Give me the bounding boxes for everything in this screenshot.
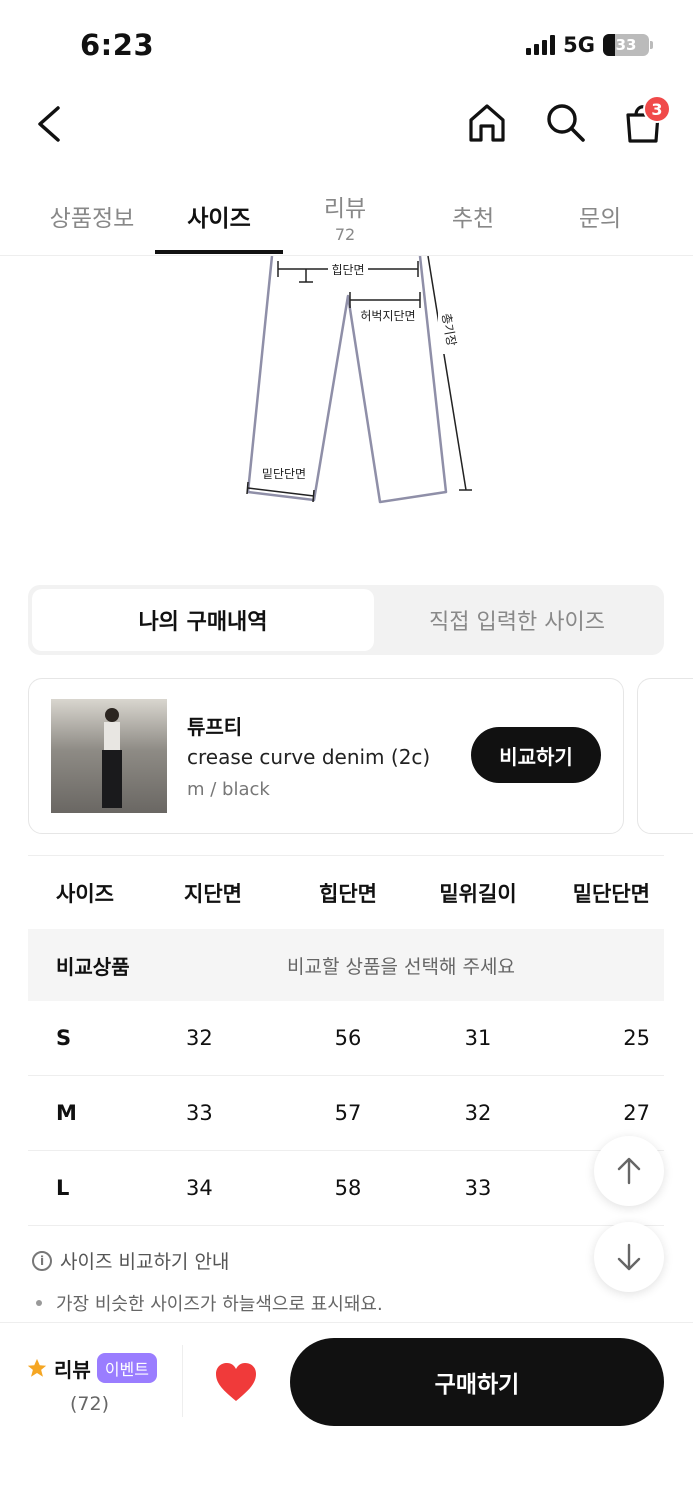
guide-item: 가장 비슷한 사이즈가 하늘색으로 표시돼요. (36, 1290, 383, 1316)
divider (182, 1345, 183, 1417)
size-table: 사이즈 지단면 힙단면 밑위길이 밑단단면 비교상품 비교할 상품을 선택해 주… (28, 855, 664, 1226)
search-icon[interactable] (543, 100, 587, 144)
hip-label: 힙단면 (331, 263, 364, 277)
info-icon: i (32, 1250, 52, 1271)
tab-product-info[interactable]: 상품정보 (30, 178, 154, 254)
header-waist: 지단면 (184, 881, 242, 906)
table-row: L 34 58 33 29 (28, 1151, 664, 1226)
active-tab-indicator (155, 250, 283, 254)
next-product-card[interactable] (637, 678, 693, 834)
arrow-down-icon (617, 1243, 641, 1271)
tab-label: 추천 (451, 206, 495, 232)
signal-icon (526, 35, 556, 55)
compare-button[interactable]: 비교하기 (471, 727, 601, 783)
thigh-label: 허벅지단면 (360, 309, 415, 323)
battery-level: 33 (615, 36, 637, 54)
value-cell: 57 (334, 1101, 362, 1125)
size-table-header: 사이즈 지단면 힙단면 밑위길이 밑단단면 (28, 855, 664, 929)
value-cell: 25 (623, 1026, 650, 1050)
header-rise: 밑위길이 (439, 881, 517, 906)
tab-label: 리뷰 (323, 195, 367, 222)
compare-row-label: 비교상품 (56, 954, 130, 979)
value-cell: 33 (464, 1176, 492, 1200)
heart-icon[interactable] (214, 1361, 258, 1403)
value-cell: 32 (186, 1026, 213, 1050)
product-name: crease curve denim (2c) (187, 745, 431, 769)
header-hip: 힙단면 (319, 881, 377, 906)
value-cell: 32 (464, 1101, 492, 1125)
tab-review[interactable]: 리뷰 72 (290, 178, 400, 254)
bottom-action-bar: 리뷰 이벤트 (72) 구매하기 (0, 1322, 693, 1500)
star-icon (27, 1358, 47, 1377)
back-arrow-icon[interactable] (30, 102, 70, 146)
compare-product-row: 비교상품 비교할 상품을 선택해 주세요 (28, 929, 664, 1001)
product-thumbnail (51, 699, 167, 813)
home-icon[interactable] (465, 100, 509, 144)
value-cell: 27 (623, 1101, 650, 1125)
pants-size-diagram: 힙단면 허벅지단면 총기장 밑단단면 (246, 256, 472, 504)
guide-title-text: 사이즈 비교하기 안내 (60, 1251, 230, 1273)
size-cell: M (56, 1101, 77, 1125)
purchased-product-card[interactable]: 튜프티 crease curve denim (2c) m / black 비교… (28, 678, 624, 834)
my-purchases-tab[interactable]: 나의 구매내역 (32, 589, 374, 651)
guide-item-text: 가장 비슷한 사이즈가 하늘색으로 표시돼요. (56, 1294, 383, 1315)
status-bar: 6:23 5G 33 (0, 0, 693, 80)
tab-label: 사이즈 (187, 206, 251, 232)
purchase-source-toggle: 나의 구매내역 직접 입력한 사이즈 (28, 585, 664, 655)
status-right: 5G 33 (526, 33, 653, 57)
tab-label: 상품정보 (49, 206, 135, 232)
hem-label: 밑단단면 (262, 467, 306, 481)
tab-review-count: 72 (334, 224, 356, 244)
tab-size[interactable]: 사이즈 (155, 178, 283, 254)
value-cell: 58 (334, 1176, 362, 1200)
battery-icon: 33 (603, 34, 653, 56)
tab-recommend[interactable]: 추천 (418, 178, 528, 254)
scroll-down-button[interactable] (594, 1222, 664, 1292)
table-row: S 32 56 31 25 (28, 1001, 664, 1076)
review-label: 리뷰 (54, 1357, 91, 1382)
product-option: m / black (187, 779, 270, 800)
cart-count-badge: 3 (643, 95, 671, 123)
tab-inquiry[interactable]: 문의 (545, 178, 655, 254)
header-size: 사이즈 (56, 881, 114, 906)
tab-label: 문의 (578, 206, 622, 232)
size-cell: S (56, 1026, 72, 1050)
status-time: 6:23 (80, 28, 155, 62)
product-brand: 튜프티 (187, 715, 243, 739)
scroll-up-button[interactable] (594, 1136, 664, 1206)
entered-size-tab[interactable]: 직접 입력한 사이즈 (374, 589, 660, 651)
value-cell: 34 (186, 1176, 213, 1200)
buy-button[interactable]: 구매하기 (290, 1338, 664, 1426)
table-row: M 33 57 32 27 (28, 1076, 664, 1151)
event-badge: 이벤트 (96, 1353, 157, 1383)
value-cell: 56 (334, 1026, 362, 1050)
size-compare-guide-title: i 사이즈 비교하기 안내 (32, 1247, 229, 1274)
network-label: 5G (563, 33, 595, 57)
review-summary[interactable]: 리뷰 이벤트 (72) (26, 1353, 176, 1415)
value-cell: 33 (186, 1101, 213, 1125)
value-cell: 31 (464, 1026, 492, 1050)
review-count: (72) (70, 1393, 110, 1415)
bullet-icon (36, 1300, 42, 1306)
size-cell: L (56, 1176, 70, 1200)
header-hem: 밑단단면 (572, 881, 650, 906)
compare-row-message: 비교할 상품을 선택해 주세요 (287, 955, 515, 978)
product-tabs: 상품정보 사이즈 리뷰 72 추천 문의 (0, 178, 693, 256)
arrow-up-icon (617, 1157, 641, 1185)
top-nav (0, 90, 693, 160)
